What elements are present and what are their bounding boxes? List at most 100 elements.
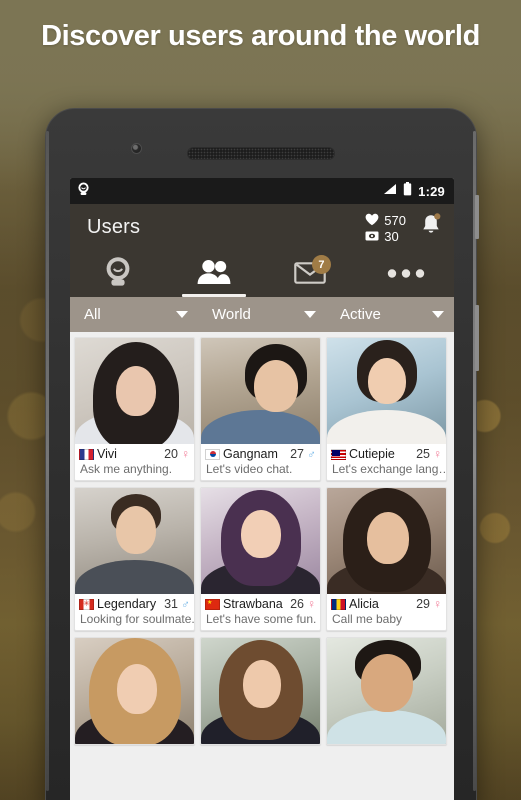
gender-icon: ♀ — [433, 597, 442, 611]
user-photo-container[interactable] — [201, 638, 320, 744]
country-flag-icon — [79, 448, 94, 460]
earpiece-speaker — [187, 147, 335, 160]
user-meta: Gangnam 27 ♂ — [201, 444, 320, 462]
filter-bar: All World Active — [70, 297, 454, 332]
user-name: Gangnam — [223, 447, 278, 461]
filter-region-label: World — [212, 306, 251, 323]
gender-icon: ♂ — [307, 447, 316, 461]
user-status-text: Let's exchange lang… — [332, 462, 446, 476]
filter-status-label: Active — [340, 306, 381, 323]
user-photo-container[interactable] — [201, 488, 320, 594]
user-name: Legendary — [97, 597, 157, 611]
phone-mockup: 1:29 Users 570 30 7 All World Active Viv… — [45, 108, 479, 800]
user-card[interactable]: Legendary 31♂Looking for soulmate. — [74, 487, 195, 631]
status-bar: 1:29 — [70, 178, 454, 204]
user-name: Alicia — [349, 597, 379, 611]
page-title: Discover users around the world — [41, 20, 480, 52]
chevron-down-icon — [176, 311, 188, 318]
tab-messages[interactable]: 7 — [262, 251, 358, 297]
status-bar-clock: 1:29 — [418, 183, 445, 199]
user-status-text: Looking for soulmate. — [80, 612, 194, 626]
user-photo — [201, 638, 320, 744]
user-photo — [201, 488, 320, 594]
webcam-icon — [77, 182, 90, 201]
battery-icon — [403, 181, 412, 201]
power-button[interactable] — [475, 305, 479, 371]
user-card[interactable]: Strawbana 26♀Let's have some fun. — [200, 487, 321, 631]
user-card[interactable]: Alicia 29 ♀ Call me baby — [326, 487, 447, 631]
user-photo-container[interactable] — [201, 338, 320, 444]
chevron-down-icon — [304, 311, 316, 318]
app-header: Users 570 30 — [70, 204, 454, 251]
gender-icon: ♀ — [433, 447, 442, 461]
phone-left-edge — [46, 131, 49, 791]
chevron-down-icon — [432, 311, 444, 318]
country-flag-icon — [79, 598, 94, 610]
user-name: Strawbana — [223, 597, 283, 611]
webcam-icon — [103, 256, 133, 292]
user-grid: Vivi 20 ♀ Ask me anything. Gangnam 27 ♂ Let's v… — [70, 332, 454, 800]
user-photo — [327, 638, 446, 744]
gender-icon: ♀ — [307, 597, 316, 611]
filter-status[interactable]: Active — [326, 306, 454, 323]
user-age: 31 — [164, 597, 178, 611]
user-photo-container[interactable] — [327, 338, 446, 444]
user-age: 27 — [290, 447, 304, 461]
user-card[interactable] — [200, 637, 321, 745]
gender-icon: ♀ — [181, 447, 190, 461]
user-meta: Alicia 29 ♀ — [327, 594, 446, 612]
user-photo-container[interactable] — [327, 638, 446, 744]
phone-screen: 1:29 Users 570 30 7 All World Active Viv… — [70, 178, 454, 800]
user-photo — [327, 488, 446, 594]
bell-icon[interactable] — [420, 213, 442, 242]
coins-stat[interactable]: 30 — [365, 228, 399, 244]
people-icon — [196, 259, 232, 290]
user-card[interactable] — [326, 637, 447, 745]
user-name: Vivi — [97, 447, 117, 461]
user-photo-container[interactable] — [75, 638, 194, 744]
user-photo-container[interactable] — [327, 488, 446, 594]
user-photo — [75, 488, 194, 594]
messages-badge: 7 — [311, 255, 331, 274]
money-icon — [365, 230, 379, 243]
user-age: 25 — [416, 447, 430, 461]
user-card[interactable]: Cutiepie 25 ♀ Let's exchange lang… — [326, 337, 447, 481]
user-photo-container[interactable] — [75, 338, 194, 444]
country-flag-icon — [331, 598, 346, 610]
signal-bars-icon — [383, 182, 397, 200]
filter-gender[interactable]: All — [70, 306, 198, 323]
user-name: Cutiepie — [349, 447, 395, 461]
user-meta: Vivi 20 ♀ — [75, 444, 194, 462]
user-card[interactable] — [74, 637, 195, 745]
user-age: 26 — [290, 597, 304, 611]
user-meta: Strawbana 26♀ — [201, 594, 320, 612]
tab-users[interactable] — [166, 251, 262, 297]
tab-active-indicator — [182, 294, 246, 297]
volume-button[interactable] — [475, 195, 479, 239]
heart-icon — [365, 213, 379, 228]
user-meta: Cutiepie 25 ♀ — [327, 444, 446, 462]
user-photo-container[interactable] — [75, 488, 194, 594]
user-age: 29 — [416, 597, 430, 611]
screen-title: Users — [87, 216, 141, 238]
hearts-stat[interactable]: 570 — [365, 213, 406, 228]
user-photo — [327, 338, 446, 444]
user-meta: Legendary 31♂ — [75, 594, 194, 612]
user-photo — [201, 338, 320, 444]
country-flag-icon — [331, 448, 346, 460]
user-card[interactable]: Vivi 20 ♀ Ask me anything. — [74, 337, 195, 481]
user-status-text: Ask me anything. — [80, 462, 173, 476]
filter-gender-label: All — [84, 306, 101, 323]
user-status-text: Let's have some fun. — [206, 612, 317, 626]
tab-more[interactable] — [358, 251, 454, 297]
tab-video[interactable] — [70, 251, 166, 297]
country-flag-icon — [205, 598, 220, 610]
filter-region[interactable]: World — [198, 306, 326, 323]
user-photo — [75, 638, 194, 744]
user-age: 20 — [164, 447, 178, 461]
user-card[interactable]: Gangnam 27 ♂ Let's video chat. — [200, 337, 321, 481]
country-flag-icon — [205, 448, 220, 460]
user-status-text: Call me baby — [332, 612, 403, 626]
coins-count: 30 — [384, 228, 399, 244]
overflow-dots-icon — [387, 265, 425, 283]
